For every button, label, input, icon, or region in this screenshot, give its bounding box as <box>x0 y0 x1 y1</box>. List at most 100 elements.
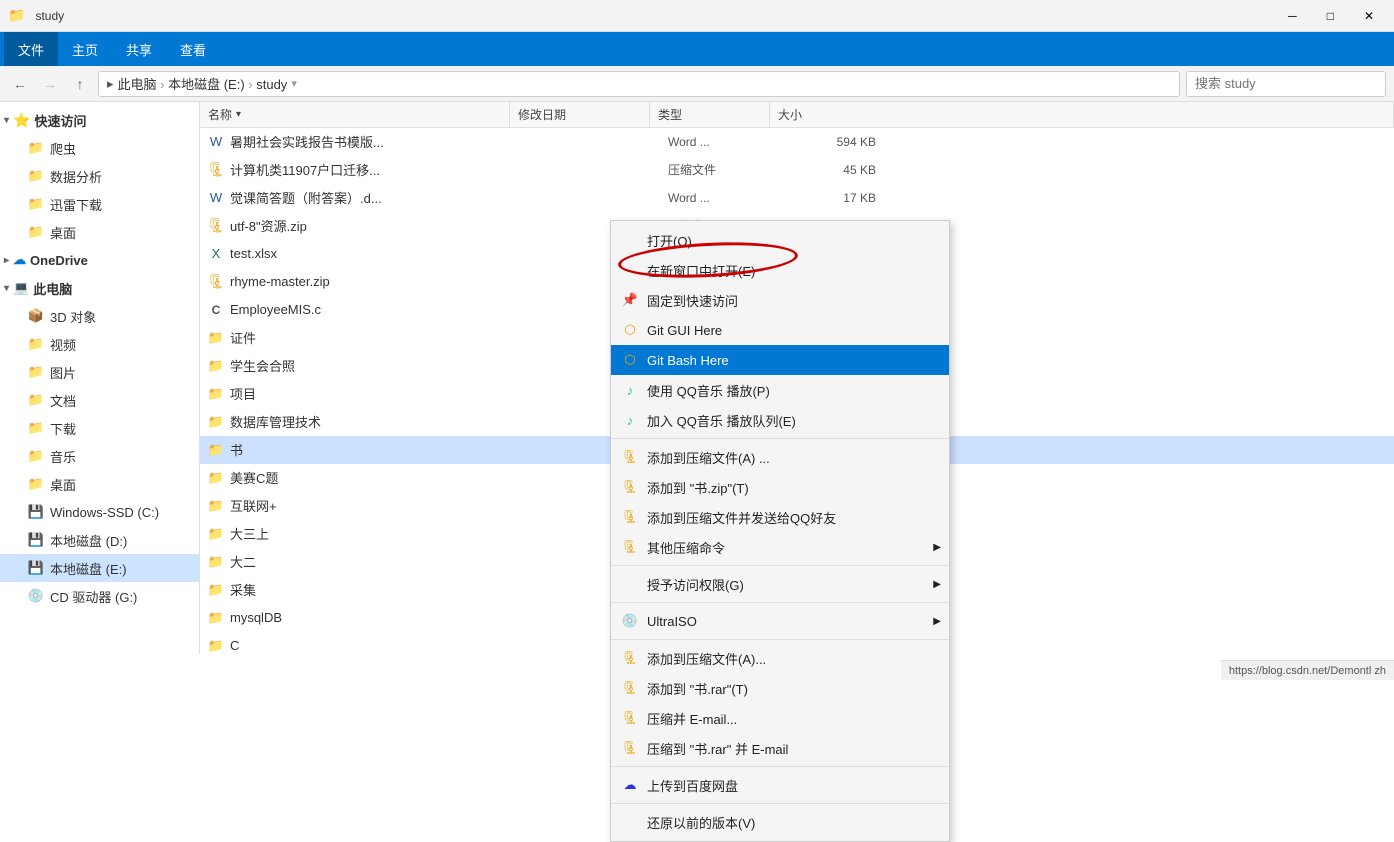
menu-file[interactable]: 文件 <box>4 32 58 66</box>
ctx-item-open[interactable]: 打开(O) <box>611 225 949 255</box>
ctx-item-git-gui[interactable]: ⬡Git GUI Here <box>611 315 949 345</box>
ctx-item-compress-more[interactable]: 🗜其他压缩命令▶ <box>611 532 949 562</box>
maximize-button[interactable]: □ <box>1315 5 1346 27</box>
ctx-item-access[interactable]: 授予访问权限(G)▶ <box>611 569 949 599</box>
drive-icon: 💾 <box>28 504 44 520</box>
file-name-cell: 📁 mysqlDB <box>208 610 528 626</box>
sidebar-item-thunder[interactable]: 📁 迅雷下载 <box>0 190 199 218</box>
file-row[interactable]: W 觉课简答题（附答案）.d... Word ... 17 KB <box>200 184 1394 212</box>
drive-c-label: Windows-SSD (C:) <box>50 505 159 520</box>
ctx-item-compress-qq[interactable]: 🗜添加到压缩文件并发送给QQ好友 <box>611 502 949 532</box>
file-size-cell: 594 KB <box>788 135 888 149</box>
status-bar: https://blog.csdn.net/Demontl zh <box>1221 660 1394 680</box>
compress-icon: 🗜 <box>621 448 639 466</box>
menu-home[interactable]: 主页 <box>58 32 112 66</box>
title-bar: 📁 study ─ □ ✕ <box>0 0 1394 32</box>
sidebar-item-video[interactable]: 📁 视频 <box>0 330 199 358</box>
up-button[interactable]: ↑ <box>68 72 92 96</box>
sidebar-item-docs[interactable]: 📁 文档 <box>0 386 199 414</box>
minimize-button[interactable]: ─ <box>1276 5 1309 27</box>
forward-button[interactable]: → <box>38 72 62 96</box>
breadcrumb-arrow: ▾ <box>291 77 297 90</box>
file-row[interactable]: 🗜 计算机类11907户口迁移... 压缩文件 45 KB <box>200 156 1394 184</box>
col-name[interactable]: 名称 ▾ <box>200 102 510 127</box>
sidebar-quick-access[interactable]: ▾ ⭐ 快速访问 <box>0 106 199 134</box>
chevron-icon: ▾ <box>4 115 9 126</box>
compress-icon: 🗜 <box>621 649 639 667</box>
menu-view[interactable]: 查看 <box>166 32 220 66</box>
compress-icon: 🗜 <box>621 679 639 697</box>
close-button[interactable]: ✕ <box>1352 5 1386 27</box>
ctx-divider <box>611 803 949 804</box>
submenu-arrow: ▶ <box>933 616 941 627</box>
sidebar-thispc[interactable]: ▾ 💻 此电脑 <box>0 274 199 302</box>
file-name-cell: 🗜 utf-8"资源.zip <box>208 216 528 235</box>
col-type[interactable]: 类型 <box>650 102 770 127</box>
thispc-label: 此电脑 <box>33 279 72 298</box>
music-icon: ♪ <box>621 411 639 429</box>
ctx-item-rar-email[interactable]: 🗜压缩并 E-mail... <box>611 703 949 733</box>
git-icon: ⬡ <box>621 351 639 369</box>
breadcrumb-text: 此电脑 › 本地磁盘 (E:) › study <box>118 74 288 93</box>
ctx-item-baidu[interactable]: ☁上传到百度网盘 <box>611 770 949 800</box>
sidebar-drive-c[interactable]: 💾 Windows-SSD (C:) <box>0 498 199 526</box>
sidebar: ▾ ⭐ 快速访问 📁 爬虫 📁 数据分析 📁 迅雷下载 📁 桌面 ▸ ☁ One… <box>0 102 200 654</box>
sidebar-drive-e[interactable]: 💾 本地磁盘 (E:) <box>0 554 199 582</box>
col-modified[interactable]: 修改日期 <box>510 102 650 127</box>
drive-icon: 💿 <box>28 588 44 604</box>
sidebar-item-desktop[interactable]: 📁 桌面 <box>0 470 199 498</box>
file-type-cell: Word ... <box>668 135 788 149</box>
col-size[interactable]: 大小 <box>770 102 1394 127</box>
ctx-item-git-bash[interactable]: ⬡Git Bash Here <box>611 345 949 375</box>
drive-d-label: 本地磁盘 (D:) <box>50 531 127 550</box>
sidebar-item-picture[interactable]: 📁 图片 <box>0 358 199 386</box>
folder-icon: 📁 <box>208 610 224 626</box>
sidebar-onedrive[interactable]: ▸ ☁ OneDrive <box>0 246 199 274</box>
ctx-item-open-new[interactable]: 在新窗口中打开(E) <box>611 255 949 285</box>
sidebar-item-downloads[interactable]: 📁 下载 <box>0 414 199 442</box>
column-headers: 名称 ▾ 修改日期 类型 大小 <box>200 102 1394 128</box>
folder-icon: 📁 <box>208 638 224 654</box>
sidebar-item-desktop-quick[interactable]: 📁 桌面 <box>0 218 199 246</box>
breadcrumb[interactable]: ▸ 此电脑 › 本地磁盘 (E:) › study ▾ <box>98 71 1180 97</box>
sidebar-item-spider[interactable]: 📁 爬虫 <box>0 134 199 162</box>
folder-icon: 📦 <box>28 308 44 324</box>
file-row[interactable]: W 暑期社会实践报告书模版... Word ... 594 KB <box>200 128 1394 156</box>
back-button[interactable]: ← <box>8 72 32 96</box>
sidebar-data-label: 数据分析 <box>50 167 102 186</box>
ctx-item-compress-a[interactable]: 🗜添加到压缩文件(A) ... <box>611 442 949 472</box>
drive-icon: 💾 <box>28 560 44 576</box>
ctx-item-restore[interactable]: 还原以前的版本(V) <box>611 807 949 837</box>
file-size-cell: 45 KB <box>788 163 888 177</box>
file-name-cell: 📁 美赛C题 <box>208 468 528 487</box>
ctx-item-compress-zip[interactable]: 🗜添加到 "书.zip"(T) <box>611 472 949 502</box>
sidebar-drive-g[interactable]: 💿 CD 驱动器 (G:) <box>0 582 199 610</box>
pc-icon: 💻 <box>13 280 29 296</box>
ctx-item-rar-a[interactable]: 🗜添加到压缩文件(A)... <box>611 643 949 673</box>
folder-icon: 📁 <box>208 554 224 570</box>
sidebar-desk-label: 桌面 <box>50 475 76 494</box>
sidebar-drive-d[interactable]: 💾 本地磁盘 (D:) <box>0 526 199 554</box>
file-name-cell: 📁 大二 <box>208 552 528 571</box>
file-name-cell: 📁 互联网+ <box>208 496 528 515</box>
menu-share[interactable]: 共享 <box>112 32 166 66</box>
sidebar-desktop-q-label: 桌面 <box>50 223 76 242</box>
ctx-item-ultraiso[interactable]: 💿UltraISO▶ <box>611 606 949 636</box>
sidebar-pic-label: 图片 <box>50 363 76 382</box>
folder-icon: 📁 <box>28 364 44 380</box>
ctx-item-qq-play[interactable]: ♪使用 QQ音乐 播放(P) <box>611 375 949 405</box>
sidebar-item-music[interactable]: 📁 音乐 <box>0 442 199 470</box>
ctx-item-rar-t[interactable]: 🗜添加到 "书.rar"(T) <box>611 673 949 703</box>
sidebar-item-3d[interactable]: 📦 3D 对象 <box>0 302 199 330</box>
sidebar-item-data-analysis[interactable]: 📁 数据分析 <box>0 162 199 190</box>
ctx-item-qq-queue[interactable]: ♪加入 QQ音乐 播放队列(E) <box>611 405 949 435</box>
ctx-item-rar-email2[interactable]: 🗜压缩到 "书.rar" 并 E-mail <box>611 733 949 763</box>
submenu-arrow: ▶ <box>933 579 941 590</box>
ctx-item-pin[interactable]: 📌固定到快速访问 <box>611 285 949 315</box>
file-type-cell: Word ... <box>668 191 788 205</box>
zip-icon: 🗜 <box>208 274 224 290</box>
word-icon: W <box>208 190 224 206</box>
file-name-cell: 🗜 rhyme-master.zip <box>208 274 528 290</box>
search-input[interactable] <box>1186 71 1386 97</box>
menu-bar: 文件 主页 共享 查看 <box>0 32 1394 66</box>
